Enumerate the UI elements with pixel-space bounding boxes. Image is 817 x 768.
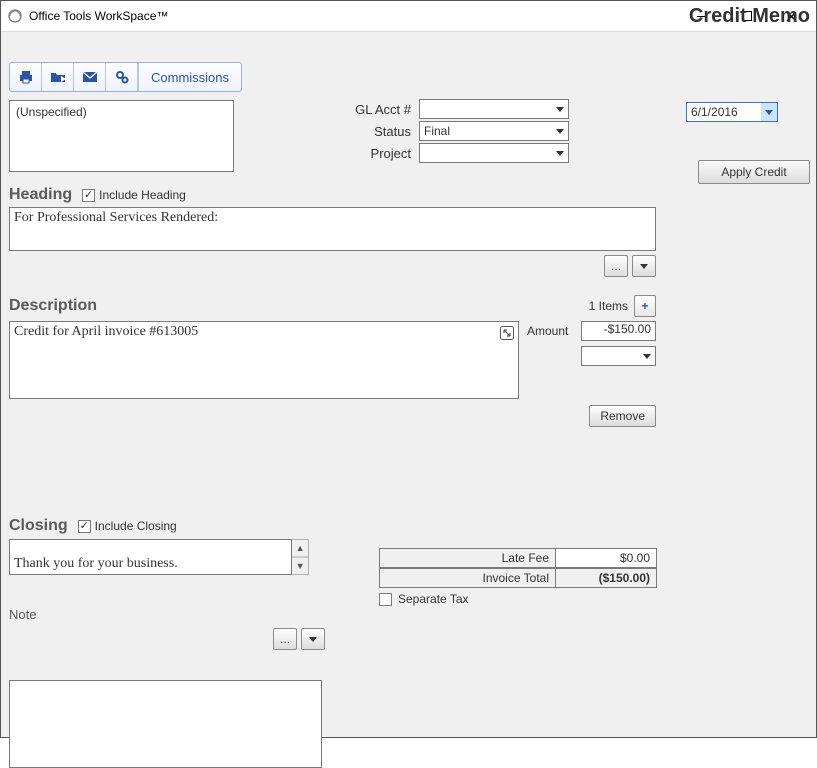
chevron-down-icon xyxy=(309,637,317,642)
include-heading-label: Include Heading xyxy=(99,188,186,202)
recipient-box[interactable]: (Unspecified) xyxy=(9,100,234,172)
status-label: Status xyxy=(254,124,419,139)
chevron-down-icon xyxy=(643,354,651,359)
include-closing-checkbox[interactable] xyxy=(78,520,91,533)
separate-tax-checkbox[interactable] xyxy=(379,593,392,606)
amount-input[interactable]: -$150.00 xyxy=(581,321,656,341)
print-button[interactable] xyxy=(10,63,42,91)
amount-label: Amount xyxy=(527,324,575,338)
items-count-label: 1 Items xyxy=(589,299,628,313)
page-title: Credit Memo xyxy=(689,5,810,28)
late-fee-input[interactable]: $0.00 xyxy=(556,549,656,567)
separate-tax-label: Separate Tax xyxy=(398,592,469,606)
closing-scrollbar[interactable]: ▲ ▼ xyxy=(292,539,309,575)
description-title: Description xyxy=(9,297,97,315)
description-textarea[interactable]: Credit for April invoice #613005 xyxy=(9,321,519,399)
note-dropdown-button[interactable] xyxy=(301,628,325,650)
project-select[interactable] xyxy=(419,143,569,163)
open-folder-button[interactable] xyxy=(42,63,74,91)
toolbar: Commissions xyxy=(9,62,242,92)
commissions-button[interactable]: Commissions xyxy=(138,63,241,91)
include-closing-label: Include Closing xyxy=(95,519,177,533)
chevron-down-icon xyxy=(556,129,564,134)
gl-acct-label: GL Acct # xyxy=(254,102,419,117)
status-value: Final xyxy=(424,124,450,138)
late-fee-label: Late Fee xyxy=(380,549,556,567)
note-browse-button[interactable]: ... xyxy=(273,628,297,650)
invoice-total-value: ($150.00) xyxy=(556,569,656,587)
heading-browse-button[interactable]: ... xyxy=(604,255,628,277)
date-picker[interactable]: 6/1/2016 xyxy=(686,102,778,122)
closing-text: Thank you for your business. xyxy=(14,556,178,572)
app-logo-icon xyxy=(7,8,23,24)
heading-dropdown-button[interactable] xyxy=(632,255,656,277)
note-title: Note xyxy=(9,607,680,622)
closing-textarea[interactable]: Thank you for your business. xyxy=(9,539,292,575)
scroll-down-icon[interactable]: ▼ xyxy=(292,557,308,574)
apply-credit-button[interactable]: Apply Credit xyxy=(698,160,810,184)
status-select[interactable]: Final xyxy=(419,121,569,141)
expand-icon[interactable] xyxy=(500,326,514,345)
heading-title: Heading xyxy=(9,186,72,204)
invoice-total-label: Invoice Total xyxy=(380,569,556,587)
item-type-select[interactable] xyxy=(581,346,656,366)
date-value: 6/1/2016 xyxy=(691,105,738,119)
add-item-button[interactable]: + xyxy=(634,295,656,317)
chevron-down-icon xyxy=(556,151,564,156)
note-textarea[interactable] xyxy=(9,680,322,768)
remove-item-button[interactable]: Remove xyxy=(589,405,656,427)
scroll-up-icon[interactable]: ▲ xyxy=(292,540,308,557)
include-heading-checkbox[interactable] xyxy=(82,189,95,202)
app-title: Office Tools WorkSpace™ xyxy=(29,9,168,23)
project-label: Project xyxy=(254,146,419,161)
settings-button[interactable] xyxy=(106,63,138,91)
description-text: Credit for April invoice #613005 xyxy=(14,324,198,339)
chevron-down-icon xyxy=(765,110,773,115)
closing-title: Closing xyxy=(9,517,68,535)
email-button[interactable] xyxy=(74,63,106,91)
date-dropdown-button[interactable] xyxy=(761,103,777,121)
gl-acct-select[interactable] xyxy=(419,99,569,119)
heading-textarea[interactable]: For Professional Services Rendered: xyxy=(9,207,656,251)
chevron-down-icon xyxy=(556,107,564,112)
chevron-down-icon xyxy=(640,264,648,269)
